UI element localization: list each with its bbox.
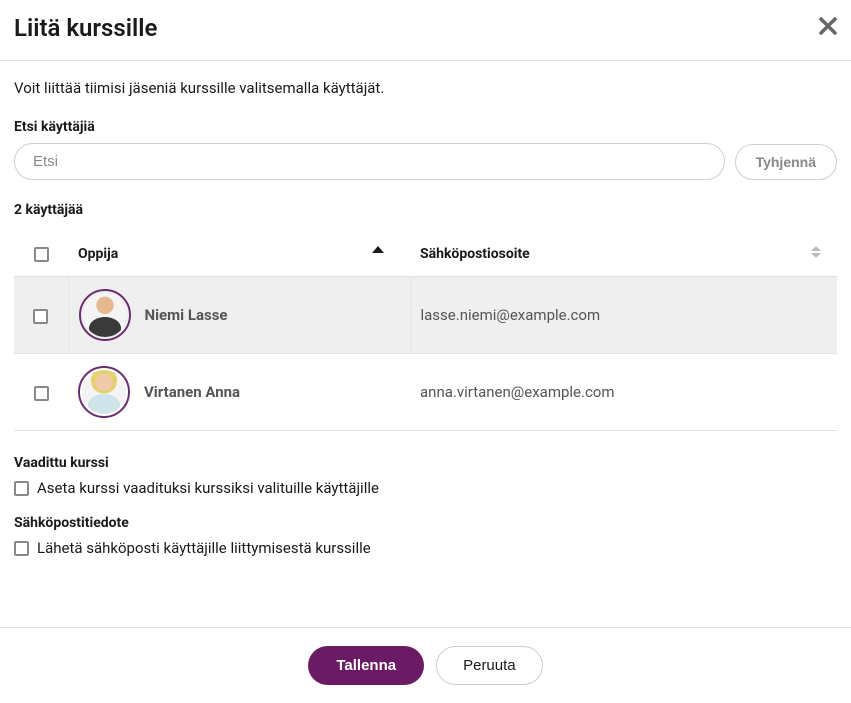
required-heading: Vaadittu kurssi (14, 455, 837, 471)
required-course-section: Vaadittu kurssi Aseta kurssi vaadituksi … (14, 455, 837, 497)
table-row: Niemi Lasse lasse.niemi@example.com (14, 277, 837, 354)
user-name: Virtanen Anna (144, 383, 240, 401)
user-cell: Virtanen Anna (78, 366, 400, 418)
column-email[interactable]: Sähköpostiosoite (410, 232, 837, 277)
user-name: Niemi Lasse (145, 306, 228, 324)
required-checkbox[interactable] (14, 481, 29, 496)
required-checkbox-label: Aseta kurssi vaadituksi kurssiksi valitu… (37, 479, 379, 497)
modal-footer: Tallenna Peruuta (0, 627, 851, 703)
table-row: Virtanen Anna anna.virtanen@example.com (14, 354, 837, 431)
close-icon[interactable] (819, 17, 837, 40)
user-cell: Niemi Lasse (79, 289, 400, 341)
sort-icon (811, 246, 821, 258)
column-learner-label: Oppija (78, 246, 118, 262)
avatar (79, 289, 131, 341)
search-row: Tyhjennä (14, 143, 837, 180)
email-checkbox-label: Lähetä sähköposti käyttäjille liittymise… (37, 539, 371, 557)
user-email: lasse.niemi@example.com (410, 277, 837, 354)
modal-header: Liitä kurssille (0, 0, 851, 61)
cancel-button[interactable]: Peruuta (436, 646, 543, 685)
search-label: Etsi käyttäjiä (14, 119, 837, 135)
results-count: 2 käyttäjää (14, 202, 837, 218)
sort-asc-icon (372, 246, 384, 253)
intro-text: Voit liittää tiimisi jäseniä kurssille v… (14, 79, 837, 97)
row-checkbox[interactable] (33, 309, 48, 324)
email-heading: Sähköpostitiedote (14, 515, 837, 531)
row-checkbox[interactable] (34, 386, 49, 401)
clear-button[interactable]: Tyhjennä (735, 144, 837, 180)
modal-title: Liitä kurssille (14, 14, 157, 42)
attach-to-course-modal: Liitä kurssille Voit liittää tiimisi jäs… (0, 0, 851, 703)
column-learner[interactable]: Oppija (68, 232, 410, 277)
email-section: Sähköpostitiedote Lähetä sähköposti käyt… (14, 515, 837, 557)
select-all-checkbox[interactable] (34, 247, 49, 262)
save-button[interactable]: Tallenna (308, 646, 424, 685)
modal-body: Voit liittää tiimisi jäseniä kurssille v… (0, 61, 851, 627)
user-email: anna.virtanen@example.com (410, 354, 837, 431)
search-input[interactable] (14, 143, 725, 180)
column-email-label: Sähköpostiosoite (420, 246, 530, 262)
column-select-all (14, 232, 68, 277)
email-checkbox[interactable] (14, 541, 29, 556)
avatar (78, 366, 130, 418)
users-table: Oppija Sähköpostiosoite Niemi Las (14, 232, 837, 431)
